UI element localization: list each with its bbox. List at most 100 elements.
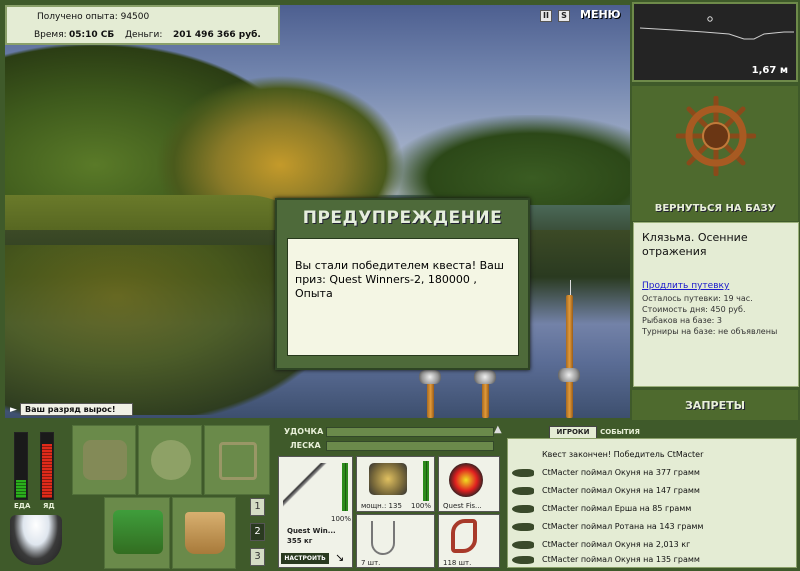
experience-text: Получено опыта: 94500 <box>37 12 150 22</box>
inventory-slot-net[interactable] <box>138 425 202 495</box>
inventory-slot-groundbait[interactable] <box>104 497 170 569</box>
float-marker-icon <box>707 16 713 22</box>
worm-bait-icon <box>451 519 477 553</box>
fish-icon <box>512 487 534 495</box>
fish-icon <box>512 469 534 477</box>
inventory-slot-tool[interactable] <box>204 425 270 495</box>
fish-icon <box>512 523 534 531</box>
reel-percent: 100% <box>411 502 432 510</box>
money-label: Деньги: <box>125 30 163 40</box>
depth-sonar-panel[interactable]: 1,67 м <box>632 2 798 82</box>
food-meter <box>14 432 28 500</box>
sound-button[interactable]: S <box>558 10 570 22</box>
collapse-arrow-icon[interactable]: ▲ <box>494 424 502 435</box>
event-row: CtMacter поймал Окуня на 147 грамм <box>508 483 798 499</box>
dialog-message: Вы стали победителем квеста! Ваш приз: Q… <box>287 238 519 356</box>
arrow-icon: ► <box>10 405 17 415</box>
rod-condition-bar <box>342 463 348 511</box>
hook-count: 7 шт. <box>361 559 381 567</box>
food-meter-fill <box>16 480 26 498</box>
base-info-anglers: Рыбаков на базе: 3 <box>642 316 722 325</box>
rod-name: Quest Win... <box>287 527 336 535</box>
page-1-button[interactable]: 1 <box>250 498 265 516</box>
reel-1-icon <box>419 370 441 384</box>
line-tension-bar <box>326 441 494 451</box>
return-to-base-panel[interactable]: ВЕРНУТЬСЯ НА БАЗУ <box>632 86 798 221</box>
bans-button[interactable]: ЗАПРЕТЫ <box>632 399 798 412</box>
pot-icon[interactable] <box>10 515 62 565</box>
fishing-line-spool-icon <box>449 463 483 497</box>
bans-panel[interactable]: ЗАПРЕТЫ <box>632 390 798 420</box>
dialog-title: ПРЕДУПРЕЖДЕНИЕ <box>302 208 503 228</box>
base-info-cost: Стоимость дня: 450 руб. <box>642 305 746 314</box>
reel-2-icon <box>474 370 496 384</box>
event-text: Квест закончен! Победитель CtMacter <box>542 450 704 459</box>
event-row: Квест закончен! Победитель CtMacter <box>508 447 798 463</box>
event-text: CtMacter поймал Ерша на 85 грамм <box>542 504 692 513</box>
rank-up-message[interactable]: Ваш разряд вырос! <box>20 403 133 416</box>
bait-count: 118 шт. <box>443 559 472 567</box>
event-row: CtMacter поймал Ротана на 143 грамм <box>508 519 798 535</box>
arrow-down-right-icon[interactable]: ↘ <box>335 551 344 564</box>
event-text: CtMacter поймал Окуня на 135 грамм <box>542 555 700 564</box>
warning-dialog[interactable]: ПРЕДУПРЕЖДЕНИЕ Вы стали победителем квес… <box>275 198 530 370</box>
bait-slot[interactable]: 118 шт. <box>438 514 500 568</box>
rod-3[interactable] <box>566 295 573 418</box>
event-text: CtMacter поймал Окуня на 147 грамм <box>542 486 700 495</box>
landing-net-icon <box>219 442 257 480</box>
menu-button[interactable]: МЕНЮ <box>580 8 621 24</box>
inventory-slot-bucket[interactable] <box>172 497 236 569</box>
ship-wheel-icon[interactable] <box>676 96 756 176</box>
reel-3-icon <box>558 368 580 382</box>
page-2-button[interactable]: 2 <box>250 523 265 541</box>
sack-icon <box>151 440 191 480</box>
poison-meter <box>40 432 54 500</box>
extend-trip-link[interactable]: Продлить путевку <box>642 281 729 291</box>
poison-meter-fill <box>42 444 52 498</box>
line-bar-label: ЛЕСКА <box>290 441 321 450</box>
fish-icon <box>512 505 534 513</box>
event-text: CtMacter поймал Окуня на 377 грамм <box>542 468 700 477</box>
time-value: 05:10 СБ <box>69 30 115 40</box>
reel-condition-bar <box>423 461 429 501</box>
hook-slot[interactable]: 7 шт. <box>356 514 435 568</box>
event-text: CtMacter поймал Окуня на 2,013 кг <box>542 540 691 549</box>
groundbait-basket-icon <box>113 510 163 554</box>
depth-value: 1,67 м <box>751 65 788 76</box>
rod-tension-bar <box>326 427 494 437</box>
line-name: Quest Fis... <box>443 502 482 510</box>
return-to-base-button[interactable]: ВЕРНУТЬСЯ НА БАЗУ <box>632 203 798 214</box>
reel-power: мощн.: 135 <box>361 502 402 510</box>
reel-icon <box>369 463 407 495</box>
fish-icon <box>512 541 534 549</box>
setup-button[interactable]: НАСТРОИТЬ <box>281 553 329 564</box>
line-slot[interactable]: Quest Fis... <box>438 456 500 512</box>
hook-icon <box>371 521 395 555</box>
rod-bar-label: УДОЧКА <box>284 427 324 436</box>
reel-slot[interactable]: мощн.: 135 100% <box>356 456 435 512</box>
event-row: CtMacter поймал Окуня на 135 грамм <box>508 552 798 568</box>
event-text: CtMacter поймал Ротана на 143 грамм <box>542 522 704 531</box>
money-value: 201 496 366 руб. <box>173 30 261 40</box>
events-panel: Квест закончен! Победитель CtMacter CtMa… <box>507 438 797 568</box>
tackle-box-icon <box>83 440 127 480</box>
trees-far-shore <box>385 115 630 205</box>
base-info-panel: Клязьма. Осенние отражения Продлить путе… <box>633 222 799 387</box>
base-info-hours: Осталось путевки: 19 час. <box>642 294 753 303</box>
rod-slot[interactable]: 100% Quest Win... 355 кг НАСТРОИТЬ ↘ <box>278 456 353 568</box>
base-name: Клязьма. Осенние отражения <box>642 231 748 258</box>
event-row: CtMacter поймал Окуня на 377 грамм <box>508 465 798 481</box>
rod-percent: 100% <box>331 515 352 523</box>
rod-weight: 355 кг <box>287 537 313 545</box>
page-3-button[interactable]: 3 <box>250 548 265 566</box>
event-row: CtMacter поймал Окуня на 2,013 кг <box>508 537 798 553</box>
event-row: CtMacter поймал Ерша на 85 грамм <box>508 501 798 517</box>
food-label: ЕДА <box>14 502 31 510</box>
pause-button[interactable]: II <box>540 10 552 22</box>
player-info-panel: Получено опыта: 94500 Время: 05:10 СБ Де… <box>5 5 280 45</box>
inventory-slot-bag[interactable] <box>72 425 136 495</box>
bucket-icon <box>185 512 225 554</box>
time-label: Время: <box>34 30 67 40</box>
fish-icon <box>512 556 534 564</box>
poison-label: ЯД <box>43 502 55 510</box>
